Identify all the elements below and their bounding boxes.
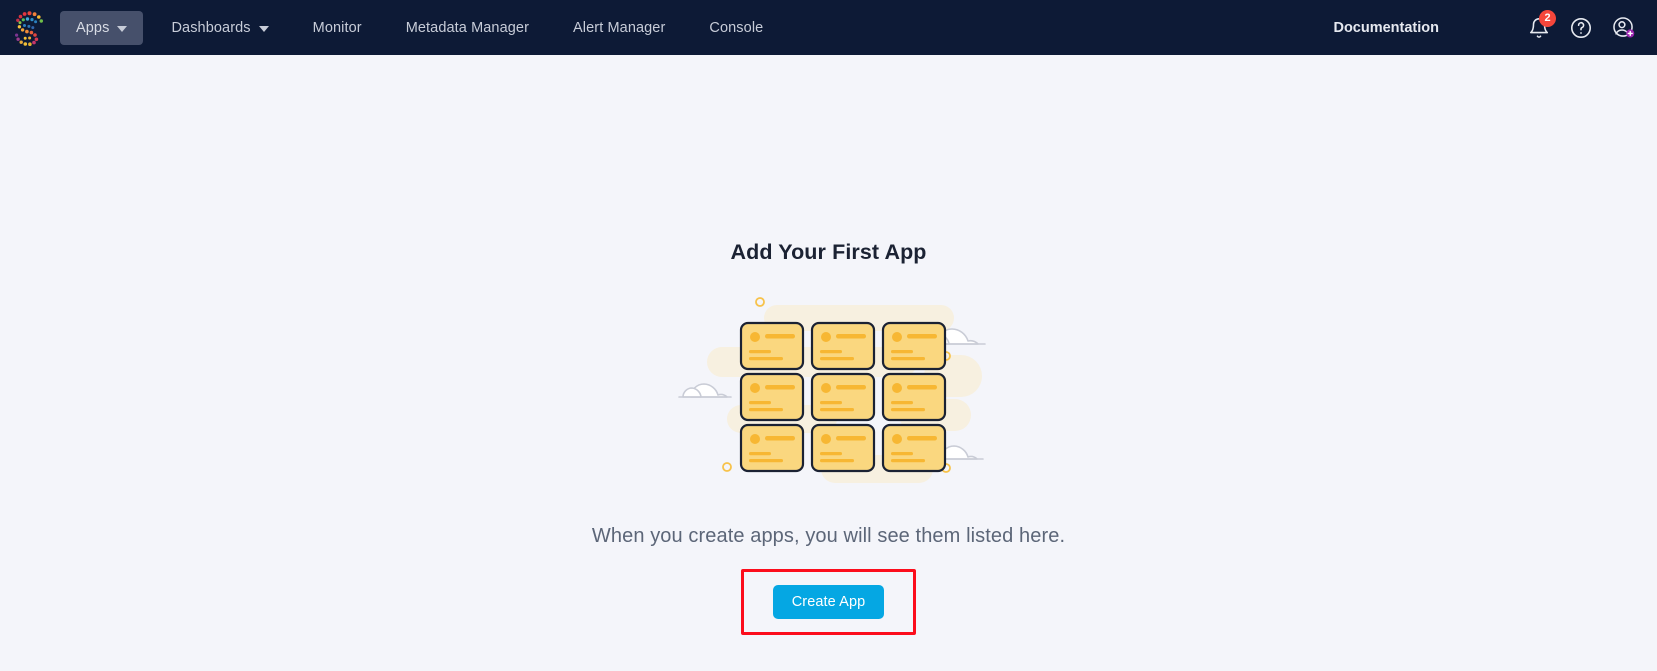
app-card [810,372,875,422]
nav-item-apps[interactable]: Apps [60,10,144,45]
create-app-highlight-box: Create App [740,569,917,635]
nav-item-dashboards[interactable]: Dashboards [155,11,284,45]
page-title: Add Your First App [730,240,927,264]
app-card [881,321,946,371]
account-button[interactable] [1603,8,1643,48]
app-card [739,423,804,473]
nav-item-label: Alert Manager [573,19,666,36]
primary-nav-items: Apps Dashboards Monitor Metadata Manager… [60,0,779,55]
notifications-button[interactable]: 2 [1519,8,1559,48]
app-card-grid [739,321,946,473]
nav-item-monitor[interactable]: Monitor [297,11,378,45]
create-app-button[interactable]: Create App [772,585,885,619]
ring-decor [754,297,765,307]
nav-item-console[interactable]: Console [693,11,779,45]
help-button[interactable] [1561,8,1601,48]
nav-item-label: Monitor [312,19,362,36]
app-card [881,423,946,473]
nav-item-label: Console [709,19,764,36]
empty-state-description: When you create apps, you will see them … [591,525,1066,547]
documentation-link[interactable]: Documentation [1321,12,1451,44]
app-card [810,423,875,473]
empty-apps-illustration [669,287,989,497]
app-card [739,372,804,422]
streamsets-logo[interactable] [8,6,52,50]
empty-state-artwork [677,297,986,483]
nav-item-label: Dashboards [171,19,251,36]
question-circle-icon [1571,17,1591,38]
nav-item-metadata-manager[interactable]: Metadata Manager [390,11,545,45]
cloud-left [677,383,732,398]
nav-item-label: Apps [76,19,110,36]
nav-right-actions: Documentation 2 [1321,0,1643,55]
app-card [881,372,946,422]
main-content-area: Add Your First App When you create apps,… [0,55,1657,671]
ring-decor [721,462,732,472]
app-card [810,321,875,371]
chevron-down-icon [117,25,128,32]
top-navigation-bar: Apps Dashboards Monitor Metadata Manager… [0,0,1657,55]
nav-item-alert-manager[interactable]: Alert Manager [557,11,681,45]
chevron-down-icon [258,25,269,32]
user-account-icon [1612,17,1634,38]
nav-item-label: Metadata Manager [405,19,530,36]
app-card [739,321,804,371]
notification-badge: 2 [1539,9,1556,27]
